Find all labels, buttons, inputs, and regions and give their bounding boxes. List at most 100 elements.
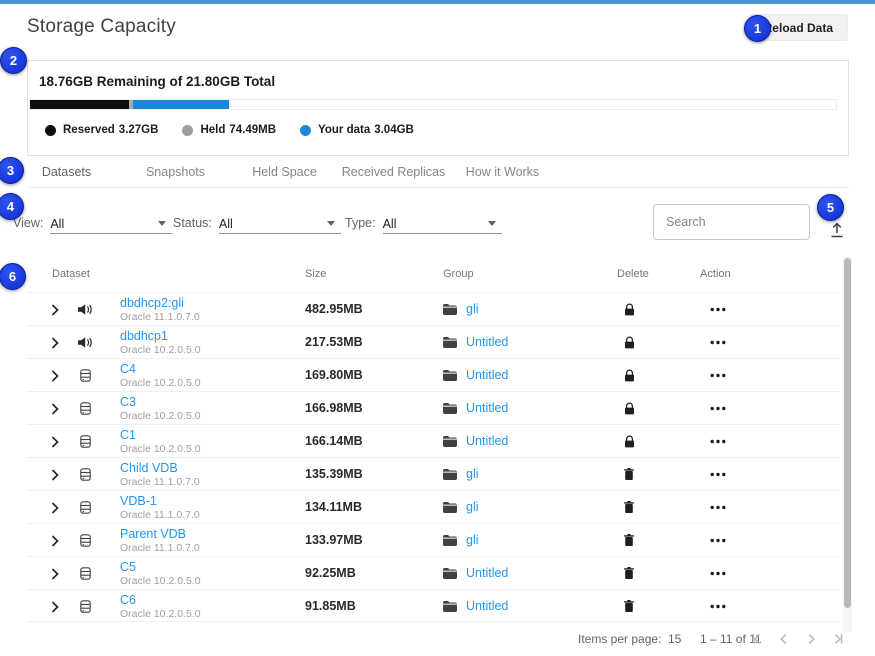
group-cell: gli [443,467,479,481]
dataset-name-cell: Child VDB Oracle 11.1.0.7.0 [120,461,200,488]
lock-icon [624,402,635,415]
more-actions-icon[interactable] [710,439,726,444]
more-actions-icon[interactable] [710,307,726,312]
expand-chevron-icon[interactable] [51,337,59,349]
capacity-bar-yourdata-segment [133,100,230,109]
export-icon[interactable] [828,221,846,239]
tab-received-replicas[interactable]: Received Replicas [339,158,448,188]
type-filter-select[interactable]: All [383,214,502,234]
expand-chevron-icon[interactable] [51,601,59,613]
group-link[interactable]: Untitled [466,599,508,613]
tab-bar: Datasets Snapshots Held Space Received R… [12,158,849,188]
expand-chevron-icon[interactable] [51,502,59,514]
dataset-name-link[interactable]: C1 [120,428,201,442]
more-actions-icon[interactable] [710,406,726,411]
table-row: VDB-1 Oracle 11.1.0.7.0 134.11MB gli [27,490,840,523]
vertical-scrollbar-thumb[interactable] [844,258,851,608]
last-page-icon[interactable] [829,630,847,648]
column-header-delete: Delete [617,268,649,280]
status-filter: Status: All [173,214,341,234]
delete-cell[interactable] [624,468,634,480]
expand-chevron-icon[interactable] [51,535,59,547]
dataset-name-link[interactable]: C6 [120,593,201,607]
next-page-icon[interactable] [802,630,820,648]
dataset-version: Oracle 10.2.0.5.0 [120,410,201,422]
folder-icon [443,502,457,513]
tab-datasets[interactable]: Datasets [12,158,121,188]
items-per-page-label: Items per page: [578,632,661,646]
dataset-size: 135.39MB [305,467,363,481]
expand-chevron-icon[interactable] [51,436,59,448]
storage-capacity-page: Storage Capacity Reload Data 18.76GB Rem… [0,0,875,656]
trash-icon [624,468,634,480]
items-per-page-value[interactable]: 15 [668,632,681,646]
vertical-scrollbar-track[interactable] [843,256,852,632]
tab-held-space[interactable]: Held Space [230,158,339,188]
dataset-type-icon [77,567,93,580]
expand-chevron-icon[interactable] [51,304,59,316]
delete-cell[interactable] [624,369,635,382]
group-link[interactable]: Untitled [466,368,508,382]
expand-chevron-icon[interactable] [51,403,59,415]
group-link[interactable]: gli [466,302,479,316]
dataset-name-link[interactable]: C3 [120,395,201,409]
view-filter: View: All [13,214,172,234]
group-link[interactable]: Untitled [466,335,508,349]
first-page-icon[interactable] [748,630,766,648]
more-actions-icon[interactable] [710,472,726,477]
folder-icon [443,403,457,414]
lock-icon [624,369,635,382]
previous-page-icon[interactable] [775,630,793,648]
delete-cell[interactable] [624,402,635,415]
dataset-name-link[interactable]: VDB-1 [120,494,200,508]
delete-cell[interactable] [624,336,635,349]
dataset-name-link[interactable]: C5 [120,560,201,574]
dataset-name-link[interactable]: dbdhcp2:gli [120,296,200,310]
folder-icon [443,436,457,447]
more-actions-icon[interactable] [710,604,726,609]
capacity-summary-card: 18.76GB Remaining of 21.80GB Total Reser… [27,60,849,156]
dataset-type-icon [77,600,93,613]
chevron-down-icon [158,221,166,226]
more-actions-icon[interactable] [710,571,726,576]
capacity-bar-reserved-segment [30,100,129,109]
top-accent-bar [0,0,875,4]
column-header-action: Action [700,268,731,280]
expand-chevron-icon[interactable] [51,568,59,580]
expand-chevron-icon[interactable] [51,469,59,481]
trash-icon [624,600,634,612]
expand-chevron-icon[interactable] [51,370,59,382]
tab-how-it-works[interactable]: How it Works [448,158,557,188]
dataset-name-link[interactable]: C4 [120,362,201,376]
delete-cell[interactable] [624,567,634,579]
group-link[interactable]: Untitled [466,434,508,448]
group-link[interactable]: gli [466,533,479,547]
dataset-name-link[interactable]: Parent VDB [120,527,200,541]
folder-icon [443,469,457,480]
dataset-size: 91.85MB [305,599,356,613]
dataset-name-link[interactable]: dbdhcp1 [120,329,201,343]
callout-1: 1 [744,15,771,42]
status-filter-select[interactable]: All [219,214,341,234]
group-link[interactable]: Untitled [466,401,508,415]
delete-cell[interactable] [624,303,635,316]
view-filter-select[interactable]: All [50,214,172,234]
dataset-size: 92.25MB [305,566,356,580]
delete-cell[interactable] [624,435,635,448]
delete-cell[interactable] [624,501,634,513]
more-actions-icon[interactable] [710,340,726,345]
more-actions-icon[interactable] [710,505,726,510]
folder-icon [443,337,457,348]
more-actions-icon[interactable] [710,373,726,378]
dataset-name-link[interactable]: Child VDB [120,461,200,475]
search-input[interactable] [653,204,810,240]
group-link[interactable]: Untitled [466,566,508,580]
tab-snapshots[interactable]: Snapshots [121,158,230,188]
group-link[interactable]: gli [466,500,479,514]
dataset-type-icon [77,369,93,382]
group-link[interactable]: gli [466,467,479,481]
delete-cell[interactable] [624,534,634,546]
delete-cell[interactable] [624,600,634,612]
more-actions-icon[interactable] [710,538,726,543]
group-cell: Untitled [443,566,508,580]
